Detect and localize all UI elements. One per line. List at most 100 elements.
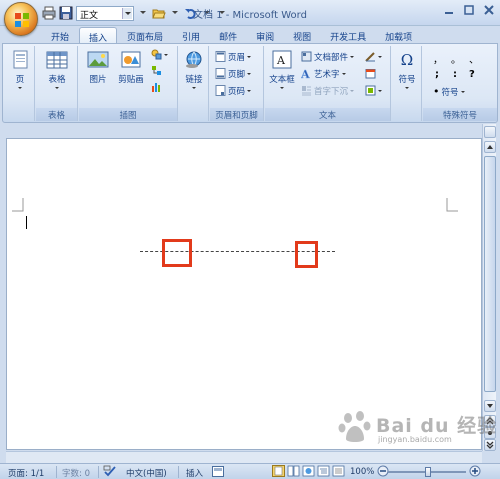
tab-page-layout[interactable]: 页面布局 bbox=[118, 27, 172, 44]
status-word-count[interactable]: 字数: 0 bbox=[62, 467, 90, 479]
special-symbol-question[interactable]: ? bbox=[469, 68, 475, 81]
picture-icon bbox=[87, 50, 109, 70]
scroll-thumb[interactable] bbox=[484, 156, 496, 392]
special-symbol-dropdown[interactable]: • 符号 bbox=[433, 85, 465, 98]
quick-parts-button[interactable]: 文档部件 bbox=[301, 50, 355, 63]
table-button[interactable]: 表格 bbox=[42, 50, 72, 91]
special-symbol-semicolon[interactable]: ; bbox=[435, 68, 439, 81]
chevron-down-icon bbox=[378, 56, 382, 60]
baidu-watermark: Bai du 经验 jingyan.baidu.com bbox=[338, 405, 496, 451]
status-bar: 页面: 1/1 字数: 0 中文(中国) 插入 100% bbox=[0, 463, 500, 479]
margin-corner-top-left bbox=[12, 198, 24, 212]
tab-view[interactable]: 视图 bbox=[284, 27, 320, 44]
zoom-slider-thumb[interactable] bbox=[425, 467, 431, 477]
chart-button[interactable] bbox=[151, 80, 162, 93]
document-page[interactable] bbox=[6, 138, 482, 450]
chevron-down-icon bbox=[487, 404, 493, 408]
tab-mailings[interactable]: 邮件 bbox=[210, 27, 246, 44]
tab-home[interactable]: 开始 bbox=[42, 27, 78, 44]
chevron-up-icon bbox=[487, 145, 493, 149]
picture-button[interactable]: 图片 bbox=[85, 50, 111, 85]
close-icon[interactable] bbox=[482, 3, 496, 17]
symbol-button[interactable]: Ω 符号 bbox=[395, 50, 419, 91]
zoom-in-icon[interactable] bbox=[469, 465, 481, 479]
highlight-box-right bbox=[295, 241, 318, 268]
svg-text:A: A bbox=[276, 54, 286, 67]
textbox-button[interactable]: A 文本框 bbox=[268, 50, 296, 91]
links-group: 链接 bbox=[179, 46, 209, 121]
tab-references[interactable]: 引用 bbox=[173, 27, 209, 44]
signature-line-button[interactable] bbox=[365, 50, 382, 63]
calendar-icon bbox=[365, 68, 376, 79]
ruler-toggle-button[interactable] bbox=[484, 126, 496, 138]
page-number-button[interactable]: 页码 bbox=[215, 84, 252, 97]
status-page[interactable]: 页面: 1/1 bbox=[8, 467, 44, 479]
macro-record-icon[interactable] bbox=[212, 466, 224, 479]
table-icon bbox=[46, 50, 68, 70]
link-button[interactable]: 链接 bbox=[182, 50, 206, 91]
textbox-button-label: 文本框 bbox=[269, 75, 295, 85]
pages-button-label: 页 bbox=[15, 75, 25, 85]
drop-cap-button[interactable]: 首字下沉 bbox=[301, 84, 355, 97]
special-symbol-enumeration-comma[interactable]: 、 bbox=[469, 52, 479, 66]
vertical-scrollbar[interactable] bbox=[482, 124, 496, 451]
spell-check-icon[interactable] bbox=[103, 465, 117, 479]
chevron-down-icon bbox=[247, 90, 252, 94]
scroll-up-button[interactable] bbox=[484, 141, 496, 153]
tables-group: 表格 表格 bbox=[36, 46, 78, 121]
office-button[interactable] bbox=[4, 2, 38, 36]
window-controls bbox=[442, 3, 496, 17]
status-insert-mode[interactable]: 插入 bbox=[186, 467, 203, 479]
view-draft-icon[interactable] bbox=[332, 465, 345, 479]
wordart-button[interactable]: A 艺术字 bbox=[300, 67, 346, 81]
header-button[interactable]: 页眉 bbox=[215, 50, 252, 63]
minimize-icon[interactable] bbox=[442, 3, 456, 17]
office-logo-icon bbox=[15, 13, 29, 27]
header-icon bbox=[215, 51, 226, 62]
special-symbol-colon[interactable]: : bbox=[453, 68, 457, 81]
shapes-icon bbox=[151, 49, 162, 60]
view-full-screen-icon[interactable] bbox=[287, 465, 300, 479]
tab-developer[interactable]: 开发工具 bbox=[321, 27, 375, 44]
pages-button[interactable]: 页 bbox=[9, 50, 31, 91]
title-bar: 正文 文档 1 - Microsoft Word bbox=[0, 0, 500, 26]
tab-review[interactable]: 审阅 bbox=[247, 27, 283, 44]
quick-parts-icon bbox=[301, 51, 312, 62]
insert-object-button[interactable] bbox=[365, 84, 382, 97]
zoom-level[interactable]: 100% bbox=[350, 467, 374, 477]
smartart-icon bbox=[151, 65, 162, 76]
special-symbol-period[interactable]: 。 bbox=[451, 52, 461, 66]
shapes-button[interactable] bbox=[151, 48, 168, 61]
footer-icon bbox=[215, 68, 226, 79]
view-web-layout-icon[interactable] bbox=[302, 465, 315, 479]
view-print-layout-icon[interactable] bbox=[272, 465, 285, 479]
ruler-area bbox=[6, 124, 482, 137]
status-divider bbox=[98, 466, 99, 478]
object-icon bbox=[365, 85, 376, 96]
wordart-button-label: 艺术字 bbox=[314, 69, 340, 80]
chevron-down-icon bbox=[55, 87, 59, 91]
restore-icon[interactable] bbox=[462, 3, 476, 17]
smartart-button[interactable] bbox=[151, 64, 162, 77]
chevron-down-icon bbox=[18, 87, 22, 91]
date-time-button[interactable] bbox=[365, 67, 376, 80]
drop-cap-button-label: 首字下沉 bbox=[314, 86, 349, 97]
tab-insert[interactable]: 插入 bbox=[79, 27, 118, 44]
ribbon-tabs: 开始 插入 页面布局 引用 邮件 审阅 视图 开发工具 加载项 bbox=[0, 26, 500, 44]
chevron-down-icon bbox=[192, 87, 196, 91]
footer-button[interactable]: 页脚 bbox=[215, 67, 252, 80]
double-chevron-down-icon bbox=[486, 441, 494, 449]
clipart-button[interactable]: 剪贴画 bbox=[117, 50, 145, 85]
tab-addins[interactable]: 加载项 bbox=[376, 27, 421, 44]
omega-icon: Ω bbox=[400, 51, 414, 69]
page-number-button-label: 页码 bbox=[228, 86, 246, 97]
footer-button-label: 页脚 bbox=[228, 69, 246, 80]
status-language[interactable]: 中文(中国) bbox=[126, 467, 167, 479]
horizontal-scrollbar[interactable] bbox=[6, 451, 482, 463]
special-symbol-comma[interactable]: ， bbox=[433, 52, 443, 66]
header-footer-group: 页眉 页脚 页码 页眉和页脚 bbox=[210, 46, 264, 121]
signature-pen-icon bbox=[365, 51, 376, 62]
quick-parts-button-label: 文档部件 bbox=[314, 52, 349, 63]
view-outline-icon[interactable] bbox=[317, 465, 330, 479]
clipart-icon bbox=[120, 50, 142, 70]
